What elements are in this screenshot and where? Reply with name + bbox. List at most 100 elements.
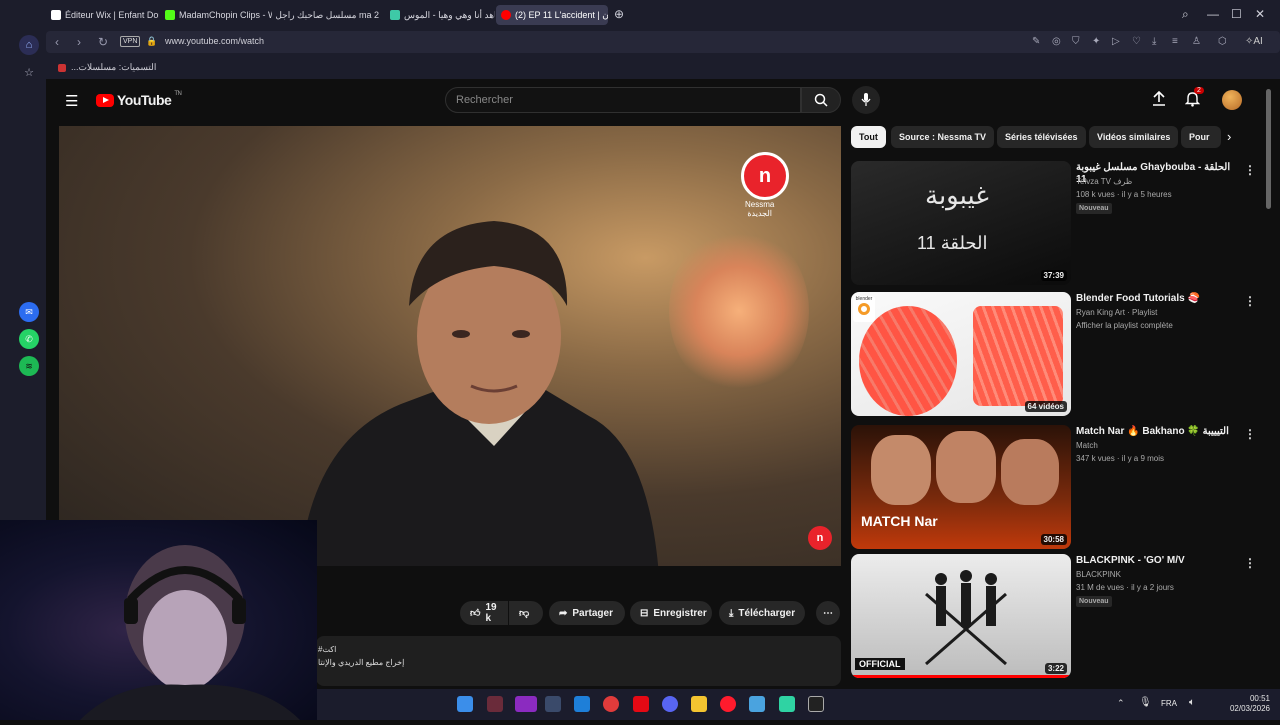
player-icon[interactable]: ▷ — [1112, 36, 1120, 47]
spotify-icon[interactable]: ≋ — [19, 356, 39, 376]
recommendation-item[interactable]: blender 64 vidéos Blender Food Tutorials… — [851, 292, 1261, 416]
video-description[interactable]: #اكت إخراج مطيع الدريدي والإنتا — [316, 636, 841, 686]
view-full-playlist[interactable]: Afficher la playlist complète — [1076, 321, 1173, 330]
chip-tv-series[interactable]: Séries télévisées — [997, 126, 1086, 148]
profile-icon[interactable]: ♙ — [1192, 36, 1201, 47]
whatsapp-icon[interactable]: ✆ — [19, 329, 39, 349]
recommendation-item[interactable]: MATCH Nar 30:58 Match Nar 🔥 Bakhano 🍀 ال… — [851, 425, 1261, 549]
save-button[interactable]: ⊟ Enregistrer — [630, 601, 712, 625]
download-button[interactable]: ⤓ Télécharger — [719, 601, 805, 625]
notifications-button[interactable]: 2 — [1184, 87, 1204, 112]
next-app-icon[interactable] — [515, 696, 537, 712]
tab-wix-editor[interactable]: Éditeur Wix | Enfant Dou 1 — [46, 5, 159, 25]
chip-all[interactable]: Tout — [851, 126, 886, 148]
heart-icon[interactable]: ♡ — [1132, 36, 1141, 47]
video-thumbnail[interactable]: OFFICIAL 3:22 — [851, 554, 1071, 678]
menu-icon[interactable]: ≡ — [1172, 36, 1178, 47]
forward-icon[interactable]: › — [77, 35, 81, 49]
vpn-badge[interactable]: VPN — [120, 36, 141, 47]
dislike-button[interactable]: 👎︎ — [509, 601, 543, 625]
video-title[interactable]: BLACKPINK - 'GO' M/V — [1076, 555, 1236, 567]
windows-start-icon[interactable] — [457, 696, 473, 712]
more-vertical-icon[interactable]: ⋮ — [1244, 556, 1256, 570]
channel-watermark-icon[interactable]: n — [808, 526, 832, 550]
opera-taskbar-icon[interactable] — [720, 696, 736, 712]
tab-series-sahbek[interactable]: ma 2 مسلسل صاحبك راجل — [274, 5, 384, 25]
close-icon[interactable]: ✕ — [1255, 7, 1265, 21]
playlist-title[interactable]: Blender Food Tutorials 🍣 — [1076, 293, 1236, 305]
bookmark-item[interactable]: ...التسميات: مسلسلات — [58, 62, 156, 73]
tray-overflow-icon[interactable]: ⌃ — [1117, 698, 1125, 709]
steam-icon[interactable] — [545, 696, 561, 712]
obs-icon[interactable] — [808, 696, 824, 712]
maximize-icon[interactable]: ☐ — [1231, 7, 1242, 21]
shield-icon[interactable]: ⛉ — [1072, 36, 1080, 47]
media-app-icon[interactable] — [603, 696, 619, 712]
home-icon[interactable]: ⌂ — [19, 35, 39, 55]
store-icon[interactable] — [574, 696, 590, 712]
search-button[interactable] — [801, 87, 841, 113]
star-icon[interactable]: ☆ — [19, 62, 39, 82]
recommendation-item[interactable]: OFFICIAL 3:22 BLACKPINK - 'GO' M/V BLACK… — [851, 554, 1261, 678]
like-button[interactable]: 👍︎ 19 k — [460, 601, 508, 625]
video-thumbnail[interactable]: MATCH Nar 30:58 — [851, 425, 1071, 549]
photos-icon[interactable] — [749, 696, 765, 712]
url-text[interactable]: www.youtube.com/watch — [165, 36, 264, 46]
back-icon[interactable]: ‹ — [55, 35, 59, 49]
aria-ai-button[interactable]: ✧AI — [1245, 36, 1263, 47]
video-title[interactable]: Match Nar 🔥 Bakhano 🍀 التيييبة — [1076, 426, 1236, 438]
page-scrollbar[interactable] — [1266, 89, 1271, 209]
more-actions-button[interactable]: ⋯ — [816, 601, 840, 625]
youtube-logo[interactable]: YouTube TN — [96, 91, 182, 108]
microphone-tray-icon[interactable]: 🎙︎ — [1139, 697, 1152, 708]
more-vertical-icon[interactable]: ⋮ — [1244, 294, 1256, 308]
avatar[interactable] — [1222, 90, 1242, 110]
app-icon[interactable] — [487, 696, 503, 712]
more-vertical-icon[interactable]: ⋮ — [1244, 163, 1256, 177]
channel-name[interactable]: Ryan King Art · Playlist — [1076, 308, 1157, 317]
language-indicator[interactable]: FRA — [1161, 699, 1177, 708]
discord-icon[interactable] — [662, 696, 678, 712]
camera-icon[interactable]: ◎ — [1052, 36, 1061, 47]
network-volume-icon[interactable]: 🔈︎ — [1189, 697, 1195, 708]
tab-madamchopin-clips[interactable]: MadamChopin Clips - Wa — [160, 5, 272, 25]
recommendation-item[interactable]: غيبوبة الحلقة 11 37:39 مسلسل غيبوبة Ghay… — [851, 161, 1261, 285]
reload-icon[interactable]: ↻ — [98, 35, 108, 49]
video-meta: 347 k vues · il y a 9 mois — [1076, 454, 1165, 463]
playlist-thumbnail[interactable]: blender 64 vidéos — [851, 292, 1071, 416]
hamburger-menu-icon[interactable]: ☰ — [65, 92, 78, 110]
video-player[interactable]: n Nessma الجديدة n — [59, 126, 841, 566]
tab-search-icon[interactable]: ⌕ — [1182, 7, 1189, 22]
channel-name[interactable]: BLACKPINK — [1076, 570, 1121, 579]
chevron-right-icon[interactable]: › — [1227, 129, 1231, 144]
edit-icon[interactable]: ✎ — [1032, 36, 1040, 47]
channel-name[interactable]: Match — [1076, 441, 1098, 450]
chip-source[interactable]: Source : Nessma TV — [891, 126, 995, 148]
new-tab-plus-icon[interactable]: ⊕ — [614, 7, 624, 21]
file-explorer-icon[interactable] — [691, 696, 707, 712]
more-vertical-icon[interactable]: ⋮ — [1244, 427, 1256, 441]
video-meta: 31 M de vues · il y a 2 jours — [1076, 583, 1174, 592]
tab-ana-wahiya[interactable]: شاهد أنا وهي وهيا - الموس — [385, 5, 495, 25]
address-field[interactable]: ‹ › ↻ VPN 🔒 www.youtube.com/watch ✎ ◎ ⛉ … — [46, 31, 1280, 53]
share-button[interactable]: ➦ Partager — [549, 601, 625, 625]
chip-for-you[interactable]: Pour — [1181, 126, 1221, 148]
netflix-icon[interactable] — [633, 696, 649, 712]
video-thumbnail[interactable]: غيبوبة الحلقة 11 37:39 — [851, 161, 1071, 285]
tab-label: شاهد أنا وهي وهيا - الموس — [404, 9, 495, 20]
voice-search-button[interactable] — [852, 86, 880, 114]
address-bar-row: ‹ › ↻ VPN 🔒 www.youtube.com/watch ✎ ◎ ⛉ … — [46, 29, 1280, 55]
cube-icon[interactable]: ⬡ — [1218, 36, 1227, 47]
tab-youtube-active[interactable]: (2) EP 11 L'accident | بدون — [496, 5, 608, 25]
minimize-icon[interactable]: — — [1207, 7, 1219, 21]
messenger-icon[interactable]: ✉ — [19, 302, 39, 322]
upload-button[interactable] — [1152, 90, 1166, 112]
download-icon[interactable]: ⤓ — [1152, 36, 1156, 47]
download-arrow-icon: ⤓ — [729, 607, 734, 619]
extension-icon[interactable]: ✦ — [1092, 36, 1100, 47]
search-input[interactable]: Rechercher — [445, 87, 801, 113]
channel-name[interactable]: Telvza TV ظرف — [1076, 177, 1132, 186]
clock[interactable]: 00:51 02/03/2026 — [1230, 694, 1270, 714]
android-app-icon[interactable] — [779, 696, 795, 712]
chip-similar[interactable]: Vidéos similaires — [1089, 126, 1179, 148]
